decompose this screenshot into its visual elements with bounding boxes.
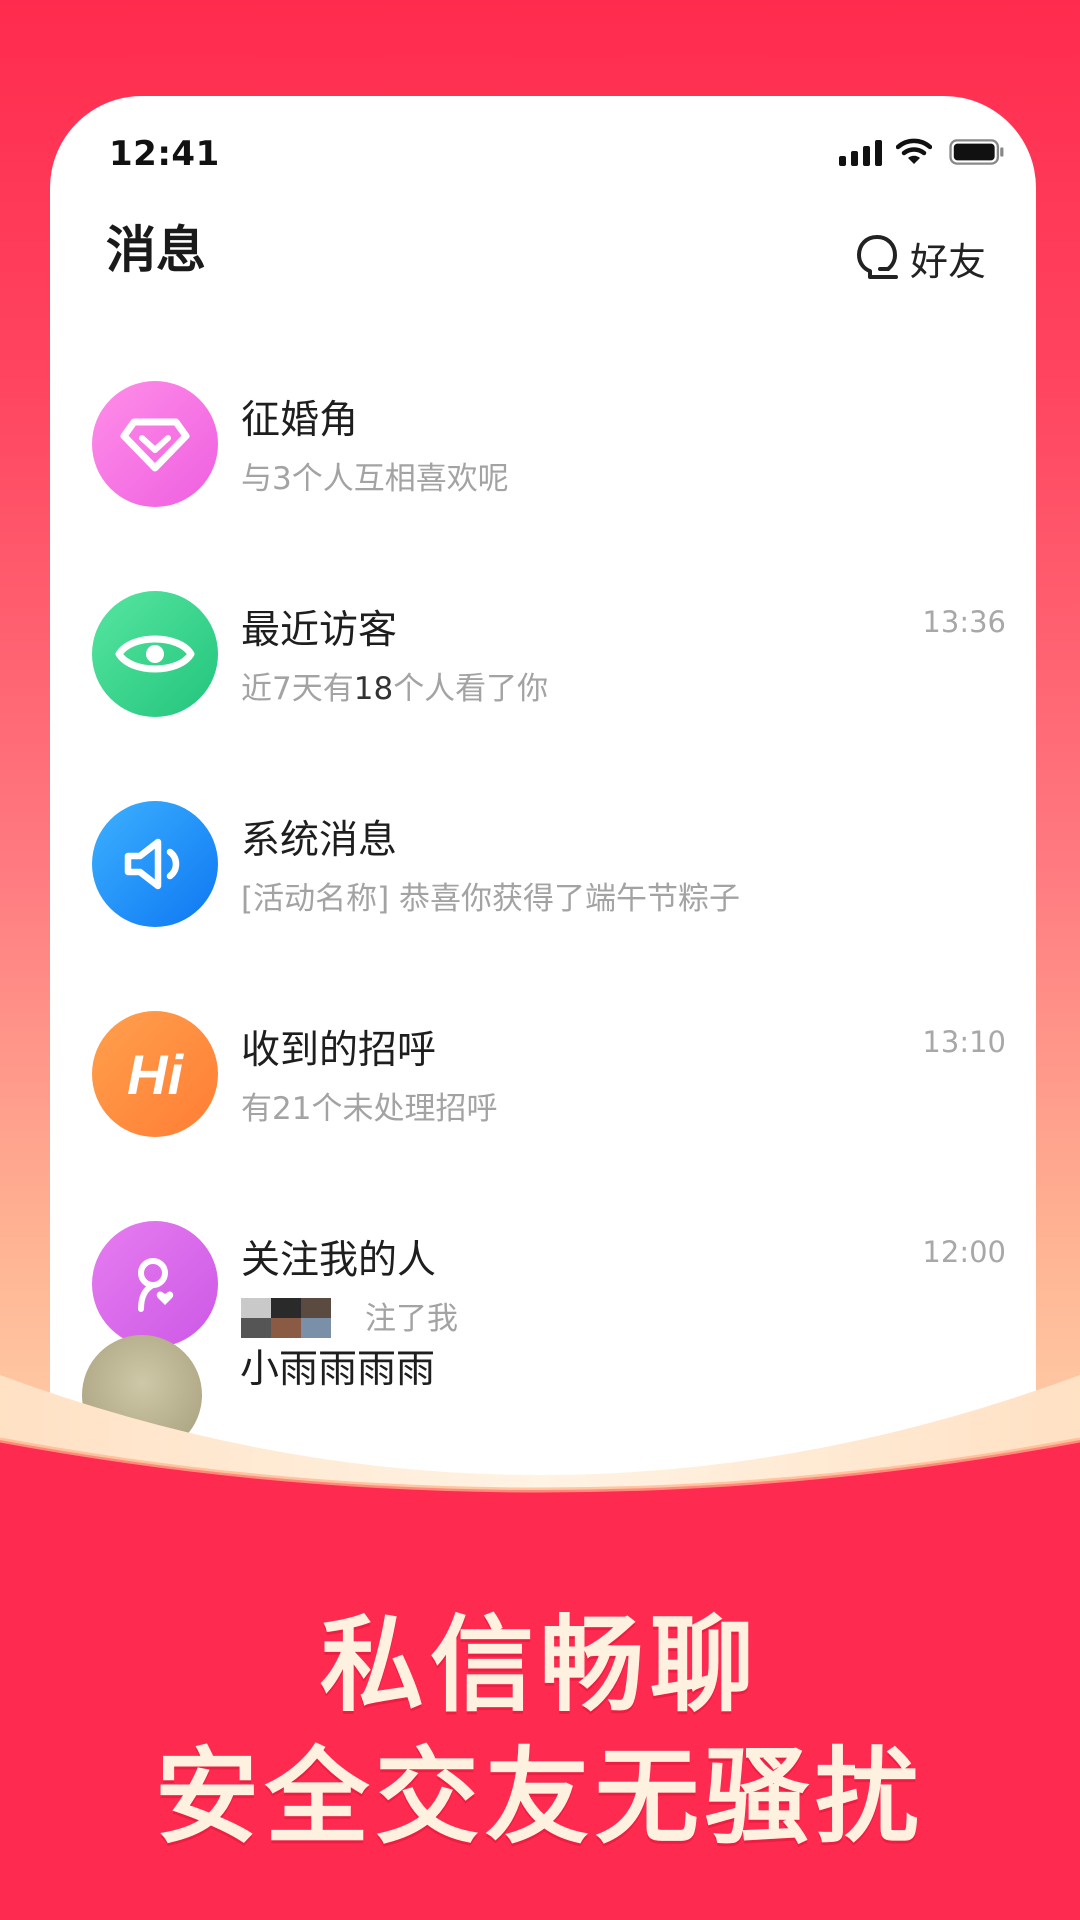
visitor-count: 18 [353,671,394,707]
item-subtitle: [活动名称] 恭喜你获得了端午节粽子 [241,881,741,917]
status-icons [839,138,1006,166]
list-item-recent-visitors[interactable]: 最近访客 近7天有18个人看了你 13:36 [50,591,1036,751]
friends-button[interactable]: 好友 [854,231,986,286]
item-title: 最近访客 [241,608,398,653]
friends-icon [856,234,898,279]
wifi-icon [896,138,932,164]
item-time: 13:36 [922,605,1006,639]
page-title: 消息 [106,221,206,279]
friends-label: 好友 [909,240,986,284]
eye-icon [115,635,195,673]
blurred-username [241,1297,331,1338]
item-subtitle: 与3个人互相喜欢呢 [241,461,509,497]
partial-contact-avatar[interactable] [82,1335,202,1455]
status-time: 12:41 [109,134,220,174]
list-item-followers[interactable]: 关注我的人 注了我 12:00 [50,1221,1036,1381]
signal-icon [839,139,882,166]
list-item-marriage-corner[interactable]: 征婚角 与3个人互相喜欢呢 [50,381,1036,541]
hi-icon: Hi [127,1042,183,1106]
item-time: 12:00 [922,1235,1006,1269]
followers-avatar [92,1221,218,1347]
list-item-system-messages[interactable]: 系统消息 [活动名称] 恭喜你获得了端午节粽子 [50,801,1036,961]
item-time: 13:10 [922,1025,1006,1059]
visitors-avatar [92,591,218,717]
status-bar: 12:41 [50,96,1036,216]
followed-text: 注了我 [365,1301,458,1337]
item-title: 系统消息 [241,818,398,863]
speaker-icon [124,838,180,890]
marriage-avatar [92,381,218,507]
subtitle-suffix: 个人看了你 [393,671,549,707]
follower-heart-icon [138,1258,174,1312]
item-subtitle: 注了我 [241,1293,458,1341]
item-title: 关注我的人 [241,1238,437,1283]
item-subtitle: 有21个未处理招呼 [241,1091,498,1127]
slogan-line-2: 安全交友无骚扰 [154,1736,925,1858]
phone-frame: 12:41 消息 好友 征婚角 与3个人互相喜欢呢 最近访客 近7天有18个人看… [50,96,1036,1596]
greetings-avatar: Hi [92,1011,218,1137]
subtitle-prefix: 近7天有 [241,671,354,707]
partial-contact-name: 小雨雨雨雨 [240,1347,436,1392]
list-item-greetings[interactable]: Hi 收到的招呼 有21个未处理招呼 13:10 [50,1011,1036,1171]
item-subtitle: 近7天有18个人看了你 [241,663,548,708]
item-title: 收到的招呼 [241,1028,437,1073]
slogan-line-1: 私信畅聊 [319,1604,760,1726]
system-avatar [92,801,218,927]
battery-icon [949,139,1004,165]
diamond-icon [120,418,190,472]
item-title: 征婚角 [241,398,359,443]
